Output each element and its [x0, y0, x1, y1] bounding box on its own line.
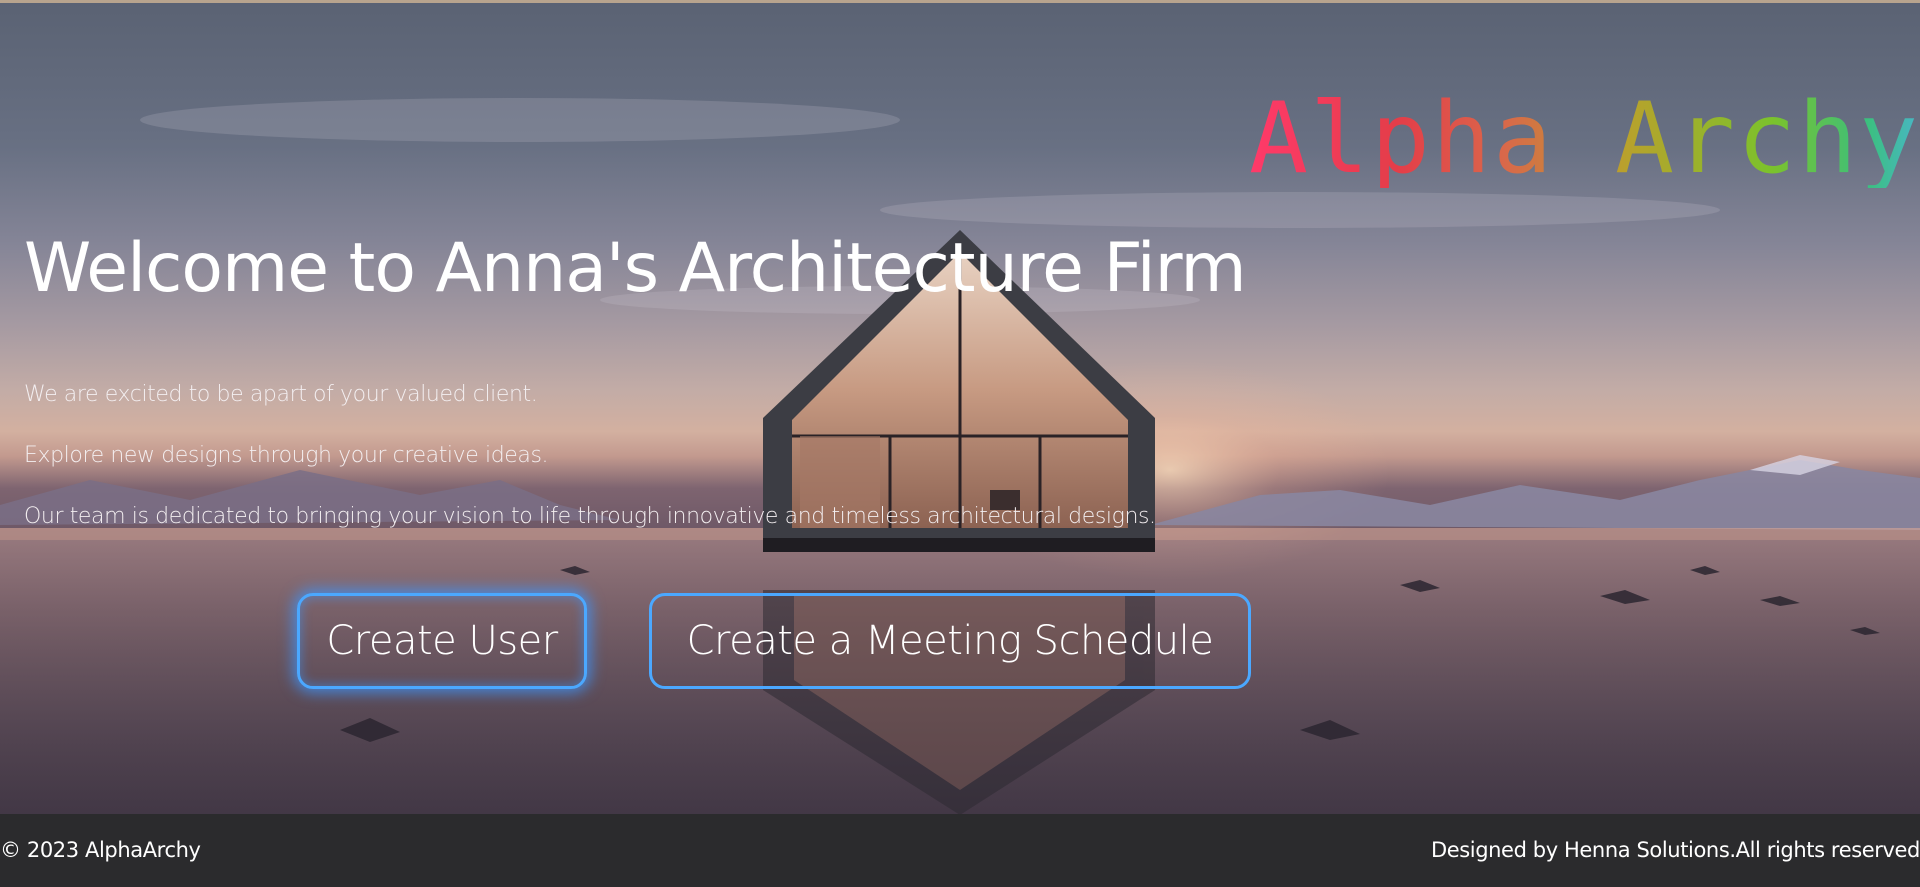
- top-accent-line: [0, 0, 1920, 3]
- intro-text-1: We are excited to be apart of your value…: [24, 382, 538, 407]
- intro-text-3: Our team is dedicated to bringing your v…: [24, 504, 1156, 529]
- copyright-text: © 2023 AlphaArchy: [0, 838, 201, 862]
- credit-text: Designed by Henna Solutions.All rights r…: [1430, 838, 1920, 862]
- create-user-button[interactable]: Create User: [297, 593, 587, 689]
- footer: © 2023 AlphaArchy Designed by Henna Solu…: [0, 814, 1920, 887]
- intro-text-2: Explore new designs through your creativ…: [24, 443, 549, 468]
- create-meeting-schedule-button[interactable]: Create a Meeting Schedule: [649, 593, 1251, 689]
- page-title: Welcome to Anna's Architecture Firm: [24, 229, 1247, 308]
- brand-logo[interactable]: Alpha Archy: [1249, 90, 1920, 188]
- hero-section: Alpha Archy Welcome to Anna's Architectu…: [0, 0, 1920, 814]
